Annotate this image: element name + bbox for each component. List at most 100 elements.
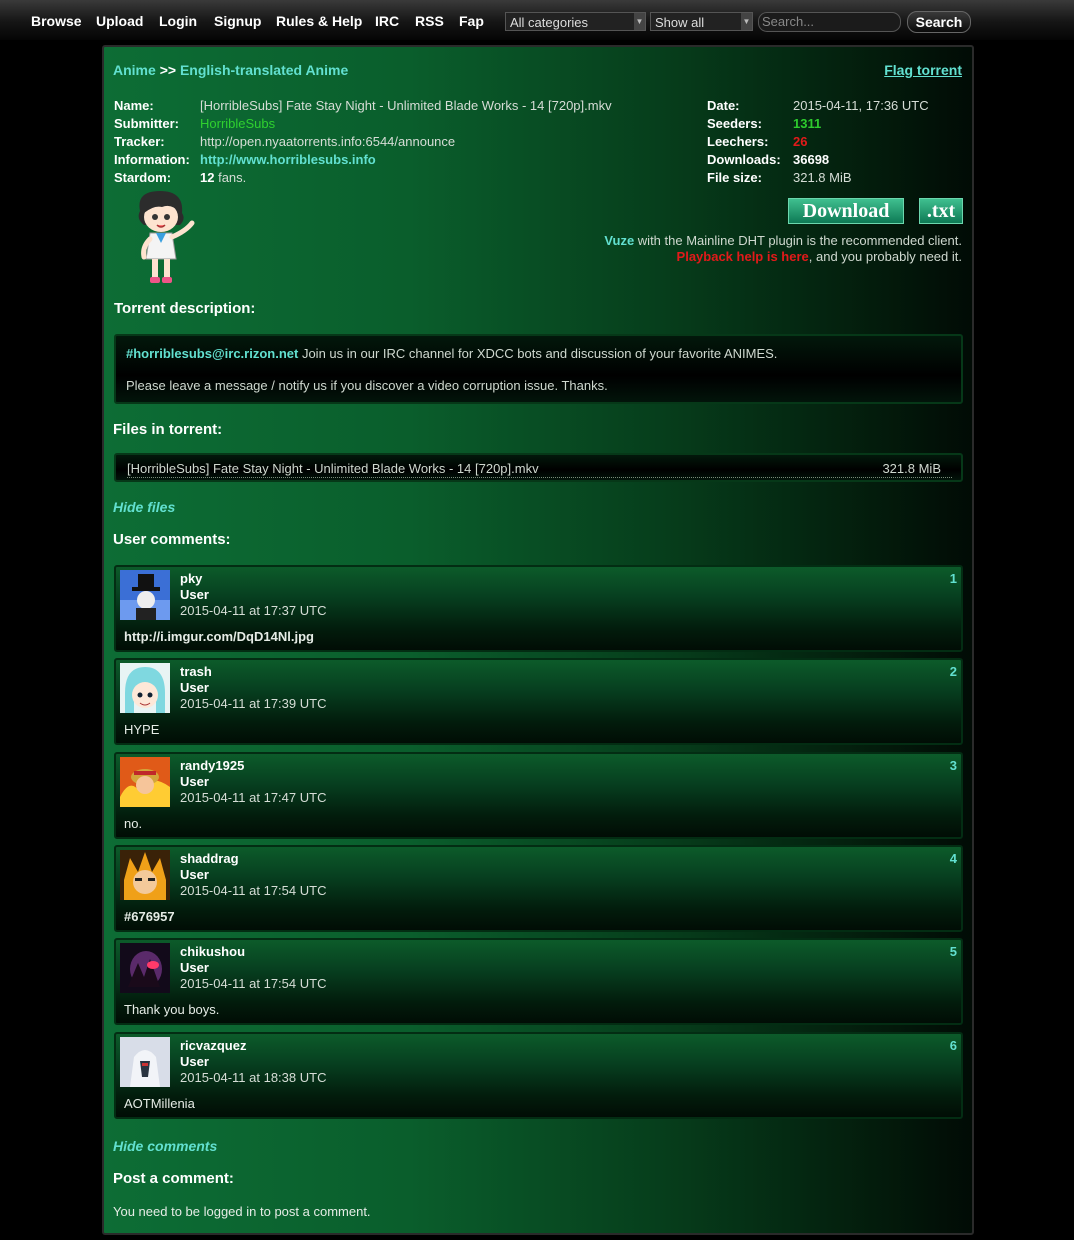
date-label: Date: (707, 98, 740, 113)
comment-number[interactable]: 4 (950, 851, 957, 866)
client-text: with the Mainline DHT plugin is the reco… (637, 233, 962, 248)
file-name: [HorribleSubs] Fate Stay Night - Unlimit… (127, 461, 539, 476)
nav-upload[interactable]: Upload (96, 13, 143, 29)
comment-username[interactable]: trash (180, 664, 212, 679)
comment-timestamp: 2015-04-11 at 17:37 UTC (180, 603, 327, 618)
stardom-suffix: fans. (218, 170, 247, 185)
description-line-1: #horriblesubs@irc.rizon.net Join us in o… (126, 346, 777, 361)
comment-timestamp: 2015-04-11 at 18:38 UTC (180, 1070, 327, 1085)
nav-signup[interactable]: Signup (214, 13, 261, 29)
comment-username[interactable]: chikushou (180, 944, 245, 959)
comment-number[interactable]: 6 (950, 1038, 957, 1053)
torrent-name: [HorribleSubs] Fate Stay Night - Unlimit… (200, 98, 612, 113)
nav-rules-help[interactable]: Rules & Help (276, 13, 362, 29)
comment-role: User (180, 680, 209, 695)
seeders-label: Seeders: (707, 116, 762, 131)
tracker-url: http://open.nyaatorrents.info:6544/annou… (200, 134, 456, 149)
post-comment-heading: Post a comment: (113, 1170, 234, 1187)
leechers-value: 26 (793, 134, 808, 149)
breadcrumb-separator: >> (159, 62, 177, 78)
nav-rss[interactable]: RSS (415, 13, 444, 29)
breadcrumb: Anime >> English-translated Anime (113, 62, 348, 78)
downloads-value: 36698 (793, 152, 830, 167)
search-placeholder: Search... (762, 14, 815, 29)
avatar (120, 1037, 170, 1087)
nav-login[interactable]: Login (159, 13, 197, 29)
submitter-label: Submitter: (114, 116, 179, 131)
stardom-value: 12 fans. (200, 170, 246, 185)
comment-role: User (180, 867, 209, 882)
filesize-value: 321.8 MiB (793, 170, 852, 185)
flag-torrent-link[interactable]: Flag torrent (884, 62, 962, 78)
seeders-value: 1311 (793, 116, 822, 131)
top-navigation-bar: Browse Upload Login Signup Rules & Help … (0, 0, 1074, 40)
comment-item: ricvazquez User 2015-04-11 at 18:38 UTC … (114, 1032, 963, 1119)
comment-username[interactable]: shaddrag (180, 851, 239, 866)
files-heading: Files in torrent: (113, 421, 223, 438)
comment-role: User (180, 587, 209, 602)
nav-fap[interactable]: Fap (459, 13, 484, 29)
comment-username[interactable]: ricvazquez (180, 1038, 246, 1053)
nav-irc[interactable]: IRC (375, 13, 399, 29)
irc-channel-link[interactable]: #horriblesubs@irc.rizon.net (126, 346, 298, 361)
chevron-down-icon: ▼ (634, 13, 645, 30)
comment-username[interactable]: randy1925 (180, 758, 244, 773)
filter-select[interactable]: Show all ▼ (650, 12, 753, 31)
chevron-down-icon: ▼ (741, 13, 752, 30)
files-box: [HorribleSubs] Fate Stay Night - Unlimit… (114, 453, 963, 482)
avatar (120, 757, 170, 807)
playback-help-link[interactable]: Playback help is here (677, 249, 809, 264)
avatar (120, 850, 170, 900)
comment-timestamp: 2015-04-11 at 17:54 UTC (180, 883, 327, 898)
comment-number[interactable]: 5 (950, 944, 957, 959)
playback-help: Playback help is here, and you probably … (677, 249, 962, 264)
comment-timestamp: 2015-04-11 at 17:47 UTC (180, 790, 327, 805)
comment-username[interactable]: pky (180, 571, 202, 586)
description-line-2: Please leave a message / notify us if yo… (126, 378, 608, 393)
hide-files-link[interactable]: Hide files (113, 499, 175, 515)
avatar (120, 663, 170, 713)
txt-button[interactable]: .txt (919, 198, 963, 224)
category-select-value: All categories (510, 15, 589, 30)
playback-text: , and you probably need it. (808, 249, 962, 264)
search-button[interactable]: Search (907, 11, 971, 33)
category-select[interactable]: All categories ▼ (505, 12, 646, 31)
comment-number[interactable]: 3 (950, 758, 957, 773)
description-heading: Torrent description: (114, 300, 256, 317)
leechers-label: Leechers: (707, 134, 769, 149)
comment-item: randy1925 User 2015-04-11 at 17:47 UTC 3… (114, 752, 963, 839)
comment-role: User (180, 1054, 209, 1069)
comment-item: chikushou User 2015-04-11 at 17:54 UTC 5… (114, 938, 963, 1025)
filesize-label: File size: (707, 170, 762, 185)
comments-heading: User comments: (113, 531, 231, 548)
breadcrumb-category[interactable]: Anime (113, 62, 156, 78)
date-value: 2015-04-11, 17:36 UTC (793, 98, 929, 113)
submitter-link[interactable]: HorribleSubs (200, 116, 275, 131)
search-input[interactable]: Search... (758, 12, 901, 32)
tracker-label: Tracker: (114, 134, 165, 149)
comment-body-link[interactable]: #676957 (124, 909, 175, 924)
nav-browse[interactable]: Browse (31, 13, 82, 29)
download-button[interactable]: Download (788, 198, 904, 224)
description-text-1: Join us in our IRC channel for XDCC bots… (301, 346, 778, 361)
file-size: 321.8 MiB (882, 461, 941, 476)
vuze-link[interactable]: Vuze (604, 233, 634, 248)
downloads-label: Downloads: (707, 152, 781, 167)
comment-item: pky User 2015-04-11 at 17:37 UTC 1 http:… (114, 565, 963, 652)
avatar (120, 570, 170, 620)
hide-comments-link[interactable]: Hide comments (113, 1138, 217, 1154)
file-row: [HorribleSubs] Fate Stay Night - Unlimit… (127, 461, 952, 478)
information-label: Information: (114, 152, 190, 167)
comment-role: User (180, 774, 209, 789)
breadcrumb-subcategory[interactable]: English-translated Anime (180, 62, 348, 78)
comment-number[interactable]: 1 (950, 571, 957, 586)
comment-number[interactable]: 2 (950, 664, 957, 679)
name-label: Name: (114, 98, 154, 113)
comment-body: HYPE (124, 722, 160, 737)
comment-timestamp: 2015-04-11 at 17:54 UTC (180, 976, 327, 991)
information-link[interactable]: http://www.horriblesubs.info (200, 152, 376, 167)
filter-select-value: Show all (655, 15, 705, 30)
stardom-count: 12 (200, 170, 215, 185)
comment-body-link[interactable]: http://i.imgur.com/DqD14Nl.jpg (124, 629, 314, 644)
comment-body: AOTMillenia (124, 1096, 195, 1111)
